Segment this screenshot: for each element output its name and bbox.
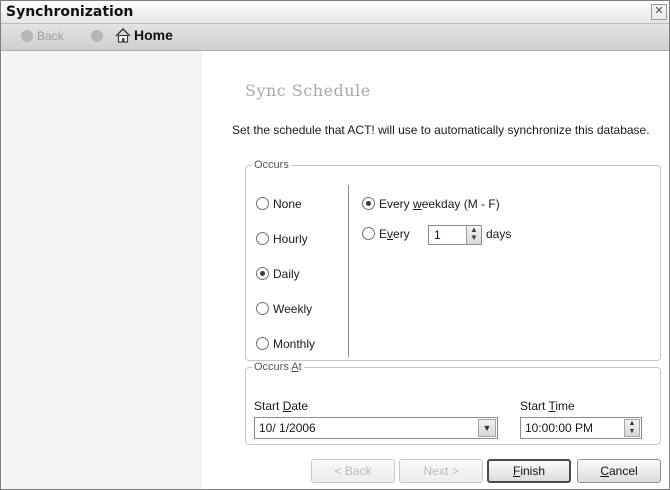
every-label-post: ery	[393, 227, 410, 241]
radio-monthly-indicator	[256, 337, 269, 350]
cancel-label-accel: C	[600, 464, 609, 478]
every-label-pre: E	[379, 227, 388, 241]
occurs-legend: Occurs	[254, 159, 289, 171]
every-days-stepper[interactable]: 1 ▲ ▼	[428, 225, 482, 245]
back-button[interactable]: < Back	[311, 459, 395, 483]
radio-daily-indicator	[256, 267, 269, 280]
radio-daily-label: Daily	[273, 267, 300, 281]
radio-every-n-days[interactable]: Every	[362, 227, 410, 241]
finish-button[interactable]: Finish	[487, 459, 571, 483]
options-divider	[348, 185, 349, 357]
radio-weekly[interactable]: Weekly	[256, 302, 312, 316]
navigation-toolbar: Back Home	[1, 24, 669, 51]
cancel-label-rest: ancel	[608, 464, 638, 478]
cancel-button[interactable]: Cancel	[577, 459, 661, 483]
radio-every-n-days-indicator	[362, 227, 375, 240]
start-date-value: 10/ 1/2006	[259, 421, 316, 435]
home-label: Home	[134, 27, 173, 43]
radio-none-label: None	[273, 197, 302, 211]
start-date-label-pre: Start	[254, 399, 283, 413]
finish-label-rest: inish	[520, 464, 546, 478]
radio-hourly[interactable]: Hourly	[256, 232, 308, 246]
radio-hourly-label: Hourly	[273, 232, 308, 246]
radio-every-weekday[interactable]: Every weekday (M - F)	[362, 197, 500, 211]
home-icon	[115, 27, 131, 43]
forward-arrow-icon	[91, 30, 103, 42]
title-bar: Synchronization ✕	[1, 1, 669, 24]
radio-none[interactable]: None	[256, 197, 302, 211]
every-weekday-label-accel: w	[413, 197, 422, 211]
radio-daily[interactable]: Daily	[256, 267, 300, 281]
spinner-icon[interactable]: ▲ ▼	[624, 419, 640, 437]
start-date-picker[interactable]: 10/ 1/2006 ▼	[254, 417, 498, 439]
start-date-label-post: ate	[291, 399, 309, 413]
days-label: days	[486, 227, 512, 241]
radio-hourly-indicator	[256, 232, 269, 245]
page-heading: Sync Schedule	[245, 81, 371, 100]
start-time-label: Start Time	[520, 399, 575, 413]
occurs-at-legend-accel: A	[291, 361, 299, 373]
chevron-down-icon[interactable]: ▼	[478, 419, 496, 437]
start-time-label-pre: Start	[520, 399, 549, 413]
start-time-value: 10:00:00 PM	[525, 421, 594, 435]
occurs-at-legend: Occurs At	[252, 361, 304, 373]
synchronization-window: Synchronization ✕ Back Home Sync Schedul…	[0, 0, 670, 490]
radio-weekly-label: Weekly	[273, 302, 313, 316]
next-button[interactable]: Next >	[399, 459, 483, 483]
occurs-group: Occurs None Hourly Daily Weekly Monthly …	[245, 159, 661, 361]
radio-monthly[interactable]: Monthly	[256, 337, 315, 351]
every-days-value: 1	[434, 228, 441, 242]
window-title: Synchronization	[6, 4, 134, 20]
back-nav-button[interactable]: Back	[21, 29, 64, 43]
close-icon[interactable]: ✕	[651, 4, 667, 20]
home-button[interactable]: Home	[115, 27, 173, 43]
left-pane	[2, 51, 202, 489]
occurs-at-legend-pre: Occurs	[254, 361, 292, 373]
start-time-label-post: ime	[555, 399, 575, 413]
instruction-text: Set the schedule that ACT! will use to a…	[232, 123, 650, 137]
occurs-at-group: Occurs At Start Date 10/ 1/2006 ▼ Start …	[245, 361, 661, 445]
spinner-icon[interactable]: ▲ ▼	[466, 226, 481, 244]
radio-weekly-indicator	[256, 302, 269, 315]
every-weekday-label-pre: Every	[379, 197, 414, 211]
start-date-label: Start Date	[254, 399, 308, 413]
back-arrow-icon	[21, 30, 33, 42]
every-weekday-label-post: eekday (M - F)	[421, 197, 500, 211]
radio-monthly-label: Monthly	[273, 337, 316, 351]
radio-every-weekday-indicator	[362, 197, 375, 210]
occurs-at-legend-post: t	[298, 361, 302, 373]
back-nav-label: Back	[37, 29, 64, 43]
radio-none-indicator	[256, 197, 269, 210]
forward-nav-button[interactable]	[91, 29, 107, 43]
start-time-field[interactable]: 10:00:00 PM ▲ ▼	[520, 417, 642, 439]
